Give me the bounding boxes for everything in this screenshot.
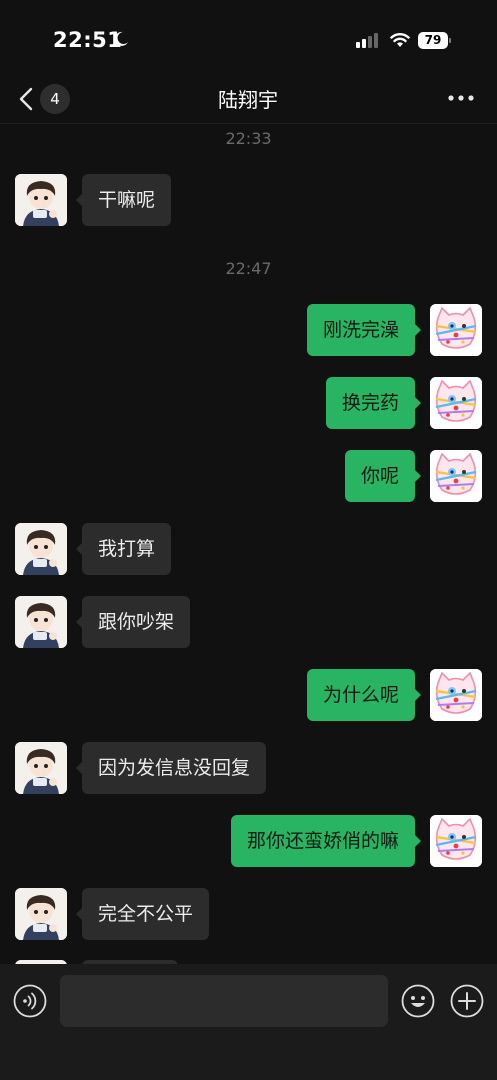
timestamp: 22:33 <box>225 129 272 148</box>
wifi-icon <box>390 33 410 47</box>
message-input[interactable] <box>60 975 388 1027</box>
chat-header: 4 陆翔宇 <box>0 76 497 122</box>
voice-icon[interactable] <box>13 984 47 1018</box>
plus-icon[interactable] <box>450 984 484 1018</box>
contact-avatar[interactable] <box>15 742 67 794</box>
my-avatar[interactable] <box>430 669 482 721</box>
sent-message[interactable]: 你呢 <box>344 450 422 502</box>
chat-title: 陆翔宇 <box>218 88 278 112</box>
my-avatar[interactable] <box>430 450 482 502</box>
battery-level: 79 <box>418 32 448 49</box>
signal-icon <box>356 33 378 48</box>
sent-message[interactable]: 刚洗完澡 <box>306 304 422 356</box>
received-message[interactable]: 干嘛呢 <box>75 174 172 226</box>
message-composer <box>0 964 497 1080</box>
battery-tip <box>449 38 451 43</box>
my-avatar[interactable] <box>430 377 482 429</box>
received-message[interactable]: 因为发信息没回复 <box>75 742 267 794</box>
more-dots-icon[interactable] <box>446 90 478 106</box>
header-divider <box>0 123 497 124</box>
sent-message[interactable]: 那你还蛮娇俏的嘛 <box>230 815 422 867</box>
sent-message[interactable]: 为什么呢 <box>306 669 422 721</box>
contact-avatar[interactable] <box>15 888 67 940</box>
received-message[interactable]: 完全不公平 <box>75 888 210 940</box>
my-avatar[interactable] <box>430 815 482 867</box>
back-button[interactable]: 4 <box>16 82 72 118</box>
contact-avatar[interactable] <box>15 596 67 648</box>
battery-icon: 79 <box>418 32 452 49</box>
sent-message[interactable]: 换完药 <box>325 377 422 429</box>
received-message[interactable]: 跟你吵架 <box>75 596 191 648</box>
my-avatar[interactable] <box>430 304 482 356</box>
received-message[interactable]: 我打算 <box>75 523 172 575</box>
contact-avatar[interactable] <box>15 523 67 575</box>
back-chevron-icon <box>19 87 33 111</box>
status-time: 22:51 <box>53 28 123 52</box>
emoji-icon[interactable] <box>401 984 435 1018</box>
unread-count-badge: 4 <box>40 84 70 114</box>
moon-icon <box>114 31 128 46</box>
timestamp: 22:47 <box>225 259 272 278</box>
status-bar: 22:51 79 <box>0 0 497 80</box>
contact-avatar[interactable] <box>15 174 67 226</box>
